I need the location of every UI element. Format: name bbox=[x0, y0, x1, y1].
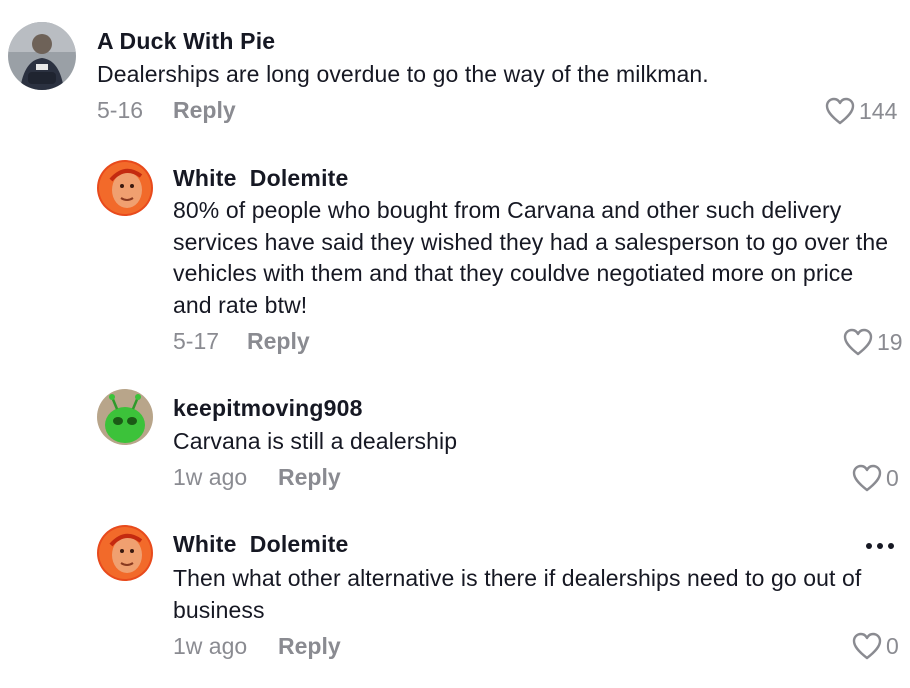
comment-username[interactable]: keepitmoving908 bbox=[173, 395, 363, 422]
reply-comment-item: White Dolemite Then what other alternati… bbox=[0, 520, 910, 688]
comment-text: Then what other alternative is there if … bbox=[173, 565, 862, 623]
comment-username[interactable]: White Dolemite bbox=[173, 531, 349, 558]
comment-text: 80% of people who bought from Carvana an… bbox=[173, 197, 889, 318]
like-count: 0 bbox=[886, 632, 899, 659]
heart-icon bbox=[852, 632, 882, 660]
like-count: 0 bbox=[886, 464, 899, 491]
like-count: 19 bbox=[877, 328, 903, 355]
more-options-icon[interactable] bbox=[866, 543, 894, 549]
orange-face-avatar-icon bbox=[97, 160, 153, 216]
comment-date: 5-16 bbox=[97, 97, 144, 123]
comment-username[interactable]: White Dolemite bbox=[173, 165, 349, 192]
comment-date: 1w ago bbox=[173, 633, 248, 659]
reply-comment-item: White Dolemite 80% of people who bought … bbox=[0, 140, 910, 370]
like-button[interactable]: 144 bbox=[825, 96, 897, 126]
orange-face-avatar-icon bbox=[97, 525, 153, 581]
heart-icon bbox=[852, 464, 882, 492]
comment-date: 5-17 bbox=[173, 328, 220, 354]
comment-date: 1w ago bbox=[173, 464, 248, 490]
like-count: 144 bbox=[859, 97, 898, 124]
comment-item: A Duck With Pie Dealerships are long ove… bbox=[0, 0, 910, 140]
like-button[interactable]: 19 bbox=[843, 327, 903, 357]
reply-button[interactable]: Reply bbox=[173, 97, 236, 124]
comment-username[interactable]: A Duck With Pie bbox=[97, 28, 275, 55]
user-avatar[interactable] bbox=[97, 525, 153, 581]
user-avatar[interactable] bbox=[97, 389, 153, 445]
heart-icon bbox=[843, 328, 873, 356]
comment-text: Carvana is still a dealership bbox=[173, 428, 458, 454]
like-button[interactable]: 0 bbox=[852, 631, 899, 661]
person-photo-avatar-icon bbox=[8, 22, 76, 90]
reply-button[interactable]: Reply bbox=[247, 328, 310, 355]
green-alien-avatar-icon bbox=[97, 389, 153, 445]
user-avatar[interactable] bbox=[97, 160, 153, 216]
reply-button[interactable]: Reply bbox=[278, 633, 341, 660]
heart-icon bbox=[825, 97, 855, 125]
user-avatar[interactable] bbox=[8, 22, 76, 90]
like-button[interactable]: 0 bbox=[852, 463, 899, 493]
reply-button[interactable]: Reply bbox=[278, 464, 341, 491]
comment-text: Dealerships are long overdue to go the w… bbox=[97, 61, 709, 87]
reply-comment-item: keepitmoving908 Carvana is still a deale… bbox=[0, 370, 910, 520]
